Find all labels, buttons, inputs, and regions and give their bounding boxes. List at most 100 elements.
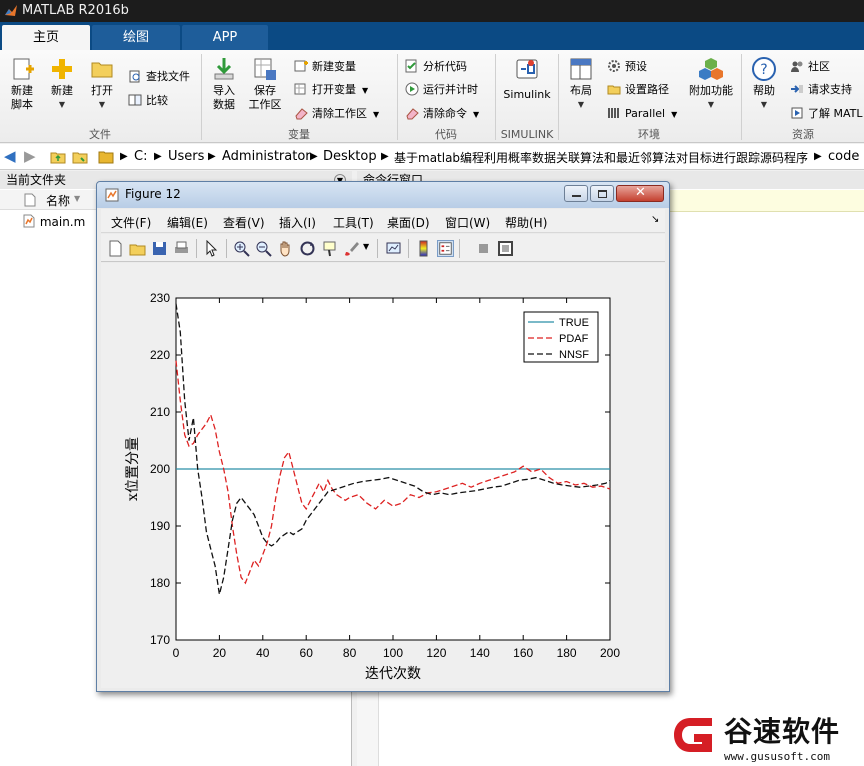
find-files-button[interactable]: 查找文件 [128,68,190,86]
pan-hand-icon[interactable] [277,240,294,257]
list-item[interactable]: main.m [22,213,85,231]
figure-titlebar[interactable]: Figure 12 ✕ [97,182,669,208]
gususoft-logo-icon [674,718,712,752]
folder-open-icon [91,62,113,78]
show-plot-tools-icon[interactable] [497,240,514,257]
open-button[interactable]: 打开 ▼ [84,56,120,112]
community-button[interactable]: 社区 [790,58,830,76]
toolbar-separator [196,239,197,258]
chevron-down-icon: ▼ [362,86,369,95]
request-support-button[interactable]: 请求支持 [790,81,852,99]
chevron-down-icon: ▼ [58,100,66,109]
new-figure-icon[interactable] [107,240,124,257]
figure-window: Figure 12 ✕ 文件(F) 编辑(E) 查看(V) 插入(I) 工具(T… [96,181,670,692]
menu-help[interactable]: 帮助(H) [505,214,547,231]
new-variable-button[interactable]: 新建变量 [294,58,356,76]
tab-plots[interactable]: 绘图 [92,25,180,50]
chevron-down-icon: ▼ [473,110,480,119]
simulink-button[interactable]: Simulink [500,56,554,102]
parallel-button[interactable]: Parallel ▼ [607,105,677,123]
menu-window[interactable]: 窗口(W) [445,214,490,231]
learn-matlab-button[interactable]: 了解 MATL [790,105,863,123]
maximize-button[interactable] [590,185,614,202]
forward-arrow-icon[interactable]: ▶ [24,147,36,165]
breadcrumb-segment[interactable]: code [828,149,859,164]
compare-button[interactable]: 比较 [128,92,168,110]
compare-icon [128,94,142,106]
open-variable-icon [294,83,306,95]
save-workspace-button[interactable]: 保存 工作区 [246,56,284,112]
up-folder-icon[interactable] [50,149,66,165]
browse-folder-icon[interactable] [72,149,88,165]
toolbar-separator [408,239,409,258]
clear-commands-button[interactable]: 清除命令 ▼ [405,105,479,123]
menu-edit[interactable]: 编辑(E) [167,214,208,231]
new-script-button[interactable]: 新建 脚本 [4,56,40,112]
run-and-time-button[interactable]: 运行并计时 [405,81,478,99]
zoom-out-icon[interactable] [255,240,272,257]
figure-icon [105,188,119,202]
analyze-code-button[interactable]: 分析代码 [405,58,467,76]
legend-icon[interactable] [437,240,454,257]
line-chart: 0 20 40 60 80 100 120 140 160 180 200 170 180 190 200 2… [125,291,620,682]
breadcrumb-segment[interactable]: Desktop [323,149,377,164]
set-path-button[interactable]: 设置路径 [607,81,669,99]
y-axis-label: x位置分量 [125,437,141,501]
tab-apps[interactable]: APP [182,25,268,50]
sort-down-icon[interactable]: ▼ [74,194,80,203]
preferences-button[interactable]: 预设 [607,58,647,76]
zoom-in-icon[interactable] [233,240,250,257]
data-cursor-icon[interactable] [321,240,338,257]
menubar-dock-icon[interactable]: ↘ [651,214,659,225]
back-arrow-icon[interactable]: ◀ [4,147,16,165]
addons-button[interactable]: 附加功能 ▼ [688,56,734,112]
hide-plot-tools-icon[interactable] [475,240,492,257]
menu-desktop[interactable]: 桌面(D) [387,214,430,231]
colorbar-icon[interactable] [415,240,432,257]
clear-workspace-button[interactable]: 清除工作区 ▼ [294,105,379,123]
breadcrumb-segment[interactable]: Users [168,149,204,164]
x-tick-label: 180 [557,646,577,660]
menu-tools[interactable]: 工具(T) [333,214,374,231]
column-name[interactable]: 名称 [46,192,70,209]
save-workspace-icon [254,58,276,80]
legend-label: PDAF [559,333,589,345]
help-button[interactable]: ? 帮助 ▼ [748,56,780,112]
address-bar: ◀ ▶ ▶ C: ▶ Users ▶ Administrator ▶ Deskt… [0,144,864,170]
open-file-icon[interactable] [129,240,146,257]
new-button[interactable]: 新建 ▼ [44,56,80,112]
breadcrumb-segment[interactable]: Administrator [222,149,311,164]
save-icon[interactable] [151,240,168,257]
x-tick-label: 60 [300,646,314,660]
chevron-down-icon: ▼ [760,100,768,109]
pointer-icon[interactable] [203,240,220,257]
x-tick-label: 100 [383,646,403,660]
import-data-icon [214,58,234,80]
plus-icon [52,59,72,79]
close-button[interactable]: ✕ [616,185,664,202]
menu-file[interactable]: 文件(F) [111,214,151,231]
menu-insert[interactable]: 插入(I) [279,214,316,231]
brush-icon[interactable] [343,240,360,257]
import-data-button[interactable]: 导入 数据 [206,56,242,112]
rotate-3d-icon[interactable] [299,240,316,257]
breadcrumb-segment[interactable]: C: [134,149,147,164]
find-files-icon [129,70,140,83]
link-plot-icon[interactable] [385,240,402,257]
menu-view[interactable]: 查看(V) [223,214,265,231]
y-tick-label: 180 [150,576,170,590]
gear-icon [608,60,620,72]
maximize-icon [598,190,607,198]
minimize-button[interactable] [564,185,588,202]
eraser-icon [406,108,419,120]
eraser-icon [295,108,308,120]
group-label-file: 文件 [89,128,111,141]
x-tick-label: 40 [256,646,270,660]
breadcrumb-segment[interactable]: 基于matlab编程利用概率数据关联算法和最近邻算法对目标进行跟踪源码程序 [394,149,808,166]
layout-button[interactable]: 布局 ▼ [564,56,598,112]
chevron-down-icon[interactable]: ▼ [363,242,369,251]
open-variable-button[interactable]: 打开变量 ▼ [294,81,368,99]
chevron-down-icon: ▼ [707,100,715,109]
tab-home[interactable]: 主页 [2,25,90,50]
print-icon[interactable] [173,240,190,257]
